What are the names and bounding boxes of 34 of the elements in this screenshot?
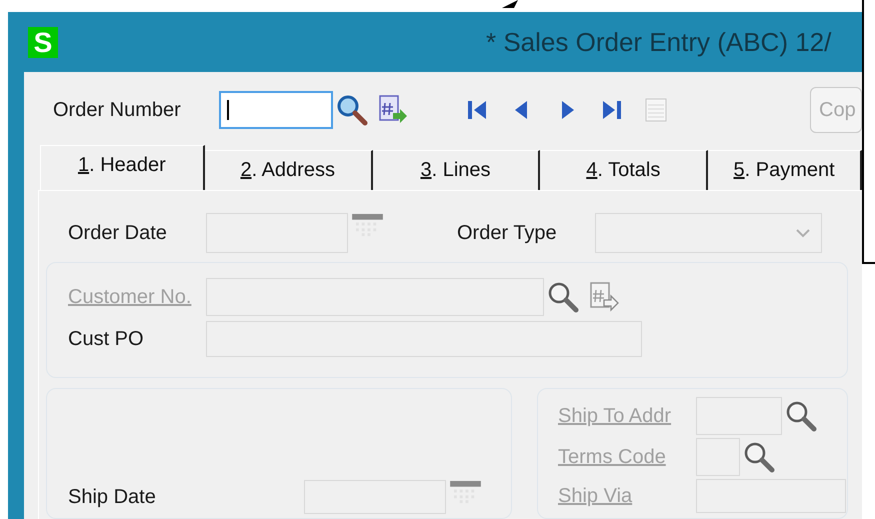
tab[interactable]: 5. Payment (708, 150, 862, 190)
order-number-field[interactable] (219, 91, 333, 129)
chevron-down-icon (795, 228, 811, 238)
first-record-icon[interactable] (465, 98, 489, 122)
input-field[interactable] (206, 213, 348, 253)
calendar-icon[interactable] (351, 213, 384, 238)
input-field[interactable] (696, 438, 740, 476)
input-field[interactable] (696, 397, 782, 435)
notepad-icon[interactable] (644, 97, 668, 123)
search-icon[interactable] (742, 440, 776, 474)
tab[interactable]: 4. Totals (540, 150, 708, 190)
field-label: Ship Date (68, 486, 157, 508)
tab[interactable]: 1. Header (40, 145, 205, 190)
field-label: Order Date (68, 222, 168, 244)
input-field[interactable] (206, 321, 642, 357)
input-field[interactable] (206, 278, 544, 316)
app-logo-icon: S (28, 26, 58, 58)
input-field[interactable] (304, 480, 446, 514)
calendar-icon[interactable] (449, 480, 482, 505)
dropdown-field[interactable] (595, 213, 822, 253)
document-arrow-icon[interactable] (588, 281, 620, 313)
document-arrow-icon[interactable] (377, 94, 409, 126)
search-icon[interactable] (335, 93, 369, 127)
search-icon[interactable] (784, 399, 818, 433)
tab[interactable]: 2. Address (204, 150, 373, 190)
field-label: Cust PO (68, 328, 145, 350)
input-field[interactable] (696, 479, 846, 513)
window-title: * Sales Order Entry (ABC) 12/ (486, 26, 832, 58)
search-icon[interactable] (546, 280, 580, 314)
field-label: Order Number (53, 98, 182, 122)
arrow-tip-icon (502, 0, 518, 8)
tab[interactable]: 3. Lines (372, 150, 540, 190)
field-label: Order Type (457, 222, 558, 244)
last-record-icon[interactable] (600, 98, 624, 122)
